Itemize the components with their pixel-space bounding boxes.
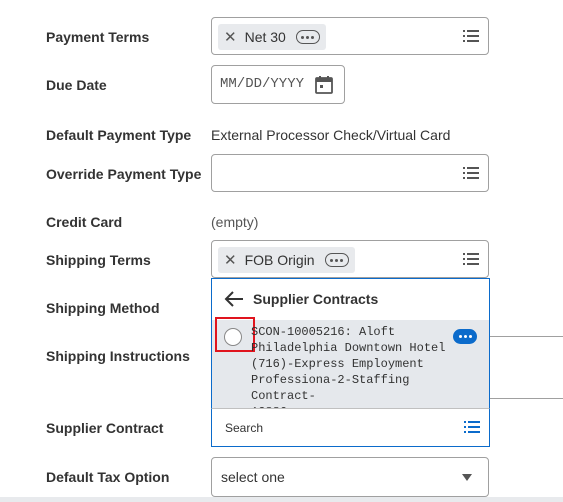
chevron-down-icon[interactable] [462, 474, 472, 481]
option-text: SCON-10005216: Aloft Philadelphia Downto… [251, 324, 451, 420]
supplier-contract-search[interactable]: Search [211, 408, 490, 447]
default-tax-option-select[interactable]: select one [211, 457, 489, 497]
list-icon[interactable] [463, 29, 479, 43]
chip-label: Net 30 [244, 29, 286, 45]
shipping-instructions-field-edge [490, 398, 563, 399]
payment-terms-field[interactable]: ✕ Net 30 [211, 17, 489, 55]
shipping-method-label: Shipping Method [46, 300, 160, 316]
popup-title: Supplier Contracts [253, 291, 379, 307]
due-date-input[interactable]: MM/DD/YYYY [211, 65, 345, 104]
override-payment-type-field[interactable] [211, 154, 489, 192]
bottom-bar [0, 497, 563, 502]
override-payment-type-label: Override Payment Type [46, 166, 202, 182]
shipping-terms-field[interactable]: ✕ FOB Origin [211, 240, 489, 278]
default-tax-option-label: Default Tax Option [46, 469, 170, 485]
list-icon[interactable] [463, 166, 479, 180]
contract-option[interactable]: SCON-10005216: Aloft Philadelphia Downto… [212, 317, 489, 419]
calendar-icon[interactable] [314, 75, 334, 95]
more-icon[interactable] [295, 30, 320, 44]
highlight-box [215, 317, 255, 352]
shipping-terms-chip: ✕ FOB Origin [218, 247, 355, 273]
supplier-contract-label: Supplier Contract [46, 420, 164, 436]
option-line: (716)-Express Employment [251, 357, 424, 371]
credit-card-value: (empty) [211, 214, 259, 230]
list-icon[interactable] [464, 420, 480, 434]
due-date-placeholder: MM/DD/YYYY [220, 76, 305, 92]
credit-card-label: Credit Card [46, 214, 123, 230]
more-icon[interactable] [324, 253, 349, 267]
shipping-terms-label: Shipping Terms [46, 252, 151, 268]
option-line: Philadelphia Downtown Hotel [251, 341, 446, 355]
close-icon[interactable]: ✕ [224, 28, 237, 46]
close-icon[interactable]: ✕ [224, 251, 237, 269]
supplier-contracts-popup: Supplier Contracts SCON-10005216: Aloft … [211, 278, 490, 419]
option-line: SCON-10005216: Aloft [251, 325, 396, 339]
back-arrow-icon[interactable] [224, 290, 244, 308]
chip-label: FOB Origin [244, 252, 315, 268]
popup-header: Supplier Contracts [212, 279, 489, 319]
payment-terms-chip: ✕ Net 30 [218, 24, 326, 50]
default-payment-type-label: Default Payment Type [46, 127, 192, 143]
payment-terms-label: Payment Terms [46, 29, 150, 45]
option-line: Professiona-2-Staffing Contract- [251, 373, 410, 403]
search-placeholder: Search [225, 421, 264, 435]
shipping-instructions-label: Shipping Instructions [46, 348, 190, 364]
shipping-method-field-edge [490, 336, 563, 337]
due-date-label: Due Date [46, 77, 107, 93]
more-icon[interactable] [453, 329, 477, 344]
default-payment-type-value: External Processor Check/Virtual Card [211, 127, 451, 143]
select-value: select one [221, 469, 285, 485]
list-icon[interactable] [463, 252, 479, 266]
